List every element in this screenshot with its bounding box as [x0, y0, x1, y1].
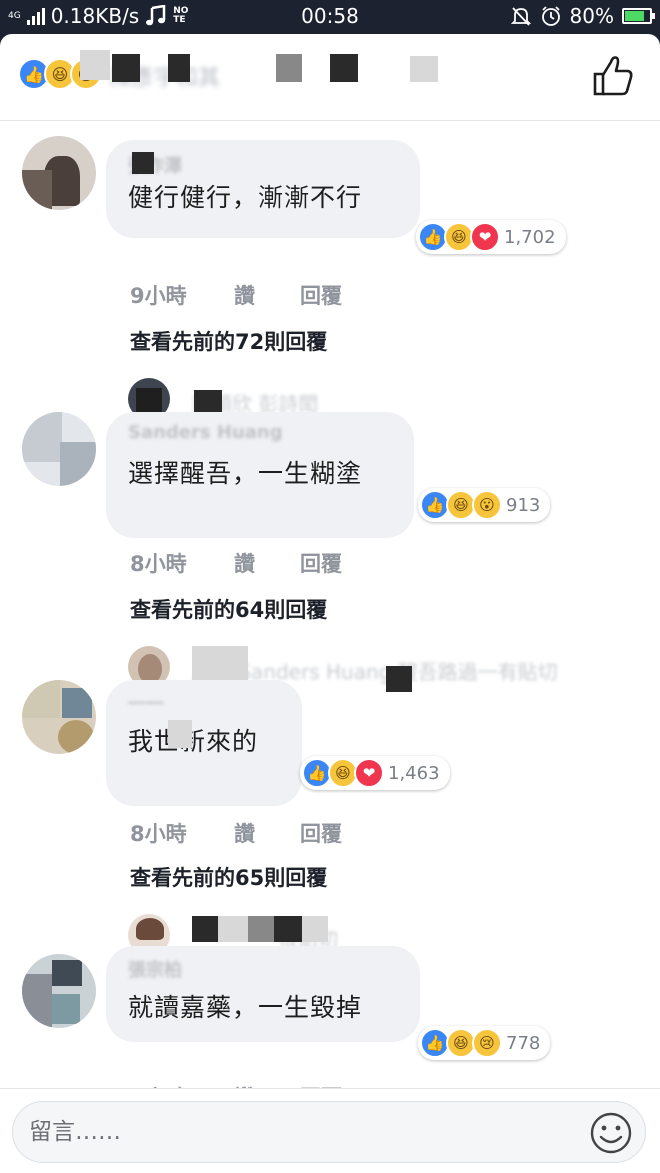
comment-actions: 8小時 讚 回覆 — [130, 548, 342, 578]
comment-time: 9小時 — [130, 284, 187, 308]
reaction-summary[interactable]: 👍 😆 ❤ 1,463 — [300, 756, 450, 790]
comment-composer — [0, 1088, 660, 1173]
avatar[interactable] — [22, 412, 96, 486]
reaction-summary[interactable]: 👍 😆 😢 778 — [418, 1026, 551, 1060]
comment-bubble[interactable]: 張宗柏 就讀嘉藥，一生毀掉 — [106, 946, 420, 1042]
sad-icon: 😢 — [472, 1028, 502, 1058]
comment-author[interactable]: Sanders Huang — [128, 422, 283, 446]
reaction-summary[interactable]: 👍 😆 ❤ 1,702 — [416, 220, 566, 254]
comment-time: 8小時 — [130, 552, 187, 576]
reaction-count: 913 — [506, 494, 541, 516]
love-icon: ❤ — [470, 222, 500, 252]
comment-text: 健行健行，漸漸不行 — [128, 183, 363, 212]
alarm-icon — [541, 6, 560, 26]
avatar[interactable] — [22, 954, 96, 1028]
comment-author[interactable]: 張宗柏 — [128, 956, 182, 981]
comment-author[interactable]: 張作澤 — [128, 152, 398, 177]
comment-text: 就讀嘉藥，一生毀掉 — [128, 993, 363, 1022]
smiley-icon[interactable] — [589, 1111, 633, 1155]
status-right: 80% — [510, 4, 655, 28]
comment-bubble[interactable]: Sanders Huang 選擇醒吾，一生糊塗 — [106, 412, 414, 538]
battery-level — [625, 11, 645, 21]
comment-bubble[interactable]: 一一 我世新來的 — [106, 680, 302, 806]
view-previous-replies[interactable]: 查看先前的72則回覆 — [130, 326, 327, 356]
comment-time: 8小時 — [130, 822, 187, 846]
battery-percent: 80% — [569, 4, 614, 28]
like-page-button[interactable] — [592, 54, 634, 98]
reaction-count: 1,702 — [504, 226, 556, 248]
like-button[interactable]: 讚 — [234, 818, 300, 848]
avatar[interactable] — [22, 680, 96, 754]
avatar[interactable] — [22, 136, 96, 210]
comment-input-box[interactable] — [12, 1101, 646, 1163]
comment-actions: 8小時 讚 回覆 — [130, 818, 342, 848]
wow-icon: 😮 — [472, 490, 502, 520]
comment-actions: 9小時 讚 回覆 — [130, 280, 342, 310]
comment-author[interactable]: 一一 — [128, 690, 164, 715]
reaction-count: 778 — [506, 1032, 541, 1054]
reactions-header[interactable]: 👍 😆 😮 陳彥宇和其 — [0, 34, 660, 121]
reply-button[interactable]: 回覆 — [300, 548, 342, 578]
love-icon: ❤ — [354, 758, 384, 788]
view-previous-replies[interactable]: 查看先前的64則回覆 — [130, 594, 327, 624]
comments-sheet: 👍 😆 😮 陳彥宇和其 張作澤 健行健行，漸漸 — [0, 34, 660, 1173]
view-previous-replies[interactable]: 查看先前的65則回覆 — [130, 862, 327, 892]
reply-button[interactable]: 回覆 — [300, 280, 342, 310]
status-bar: 4G 0.18KB/s NO TE 00:58 80% — [0, 0, 660, 34]
like-button[interactable]: 讚 — [234, 548, 300, 578]
comment-text: 選擇醒吾，一生糊塗 — [128, 459, 363, 488]
reaction-summary[interactable]: 👍 😆 😮 913 — [418, 488, 551, 522]
comment-text: 我世新來的 — [128, 727, 259, 756]
screen: 4G 0.18KB/s NO TE 00:58 80% 👍 😆 😮 陳彥宇和其 — [0, 0, 660, 1173]
reply-button[interactable]: 回覆 — [300, 818, 342, 848]
comment-input[interactable] — [29, 1110, 569, 1154]
mute-bell-icon — [510, 7, 531, 26]
like-button[interactable]: 讚 — [234, 280, 300, 310]
battery-icon — [622, 8, 655, 24]
reaction-count: 1,463 — [388, 762, 440, 784]
